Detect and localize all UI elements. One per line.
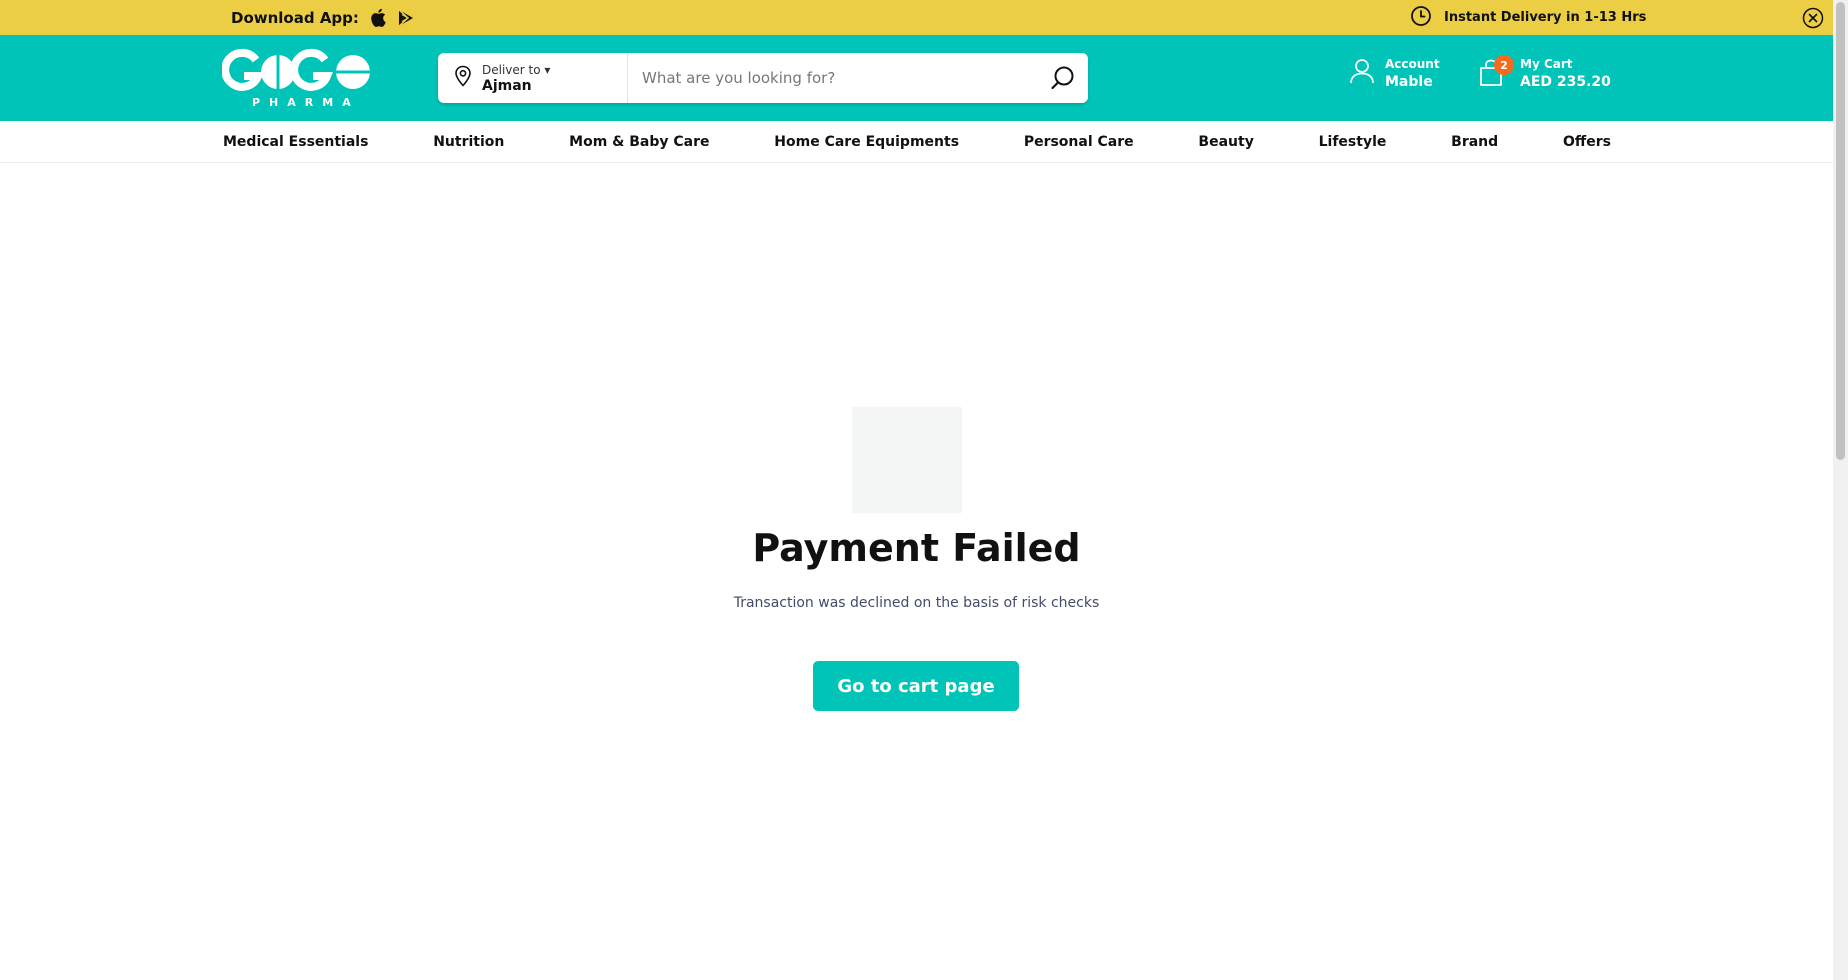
deliver-to-selector[interactable]: Deliver to ▾ Ajman xyxy=(438,53,628,103)
payment-status-image xyxy=(852,407,962,513)
nav-item-offers[interactable]: Offers xyxy=(1563,134,1611,150)
download-app-label: Download App: xyxy=(231,8,359,27)
nav-item-nutrition[interactable]: Nutrition xyxy=(433,134,504,150)
logo-subtitle: PHARMA xyxy=(252,96,360,109)
nav-item-home-care-equipments[interactable]: Home Care Equipments xyxy=(774,134,959,150)
top-banner: Download App: Instant Delivery in 1-13 H… xyxy=(0,0,1833,35)
instant-delivery: Instant Delivery in 1-13 Hrs xyxy=(1410,0,1646,35)
logo-mark xyxy=(221,48,372,91)
cart-button[interactable]: 2 My Cart AED 235.20 xyxy=(1478,55,1611,91)
location-pin-icon xyxy=(454,65,472,91)
site-header: PHARMA Deliver to ▾ Ajman Account Mable xyxy=(0,35,1833,121)
apple-icon[interactable] xyxy=(369,8,387,28)
nav-item-personal-care[interactable]: Personal Care xyxy=(1024,134,1134,150)
nav-item-medical-essentials[interactable]: Medical Essentials xyxy=(223,134,368,150)
nav-item-mom-baby-care[interactable]: Mom & Baby Care xyxy=(569,134,709,150)
close-icon[interactable] xyxy=(1802,7,1824,29)
go-to-cart-button[interactable]: Go to cart page xyxy=(813,661,1019,711)
nav-item-lifestyle[interactable]: Lifestyle xyxy=(1319,134,1387,150)
account-menu[interactable]: Account Mable xyxy=(1349,55,1440,91)
nav-item-brand[interactable]: Brand xyxy=(1451,134,1498,150)
user-icon xyxy=(1349,57,1375,89)
page-title: Payment Failed xyxy=(752,526,1081,570)
category-nav: Medical Essentials Nutrition Mom & Baby … xyxy=(0,121,1833,163)
cart-count-badge: 2 xyxy=(1494,55,1514,75)
cart-label: My Cart xyxy=(1520,57,1573,71)
instant-delivery-label: Instant Delivery in 1-13 Hrs xyxy=(1444,10,1647,25)
logo[interactable]: PHARMA xyxy=(221,48,374,109)
account-label: Account xyxy=(1385,57,1440,71)
account-text: Account Mable xyxy=(1385,55,1440,91)
clock-icon xyxy=(1410,5,1432,31)
cart-text: My Cart AED 235.20 xyxy=(1520,55,1611,91)
cart-icon-wrapper: 2 xyxy=(1478,55,1514,88)
shopping-bag-icon xyxy=(1478,59,1504,92)
download-app: Download App: xyxy=(231,0,415,35)
status-message: Transaction was declined on the basis of… xyxy=(733,595,1100,611)
cart-total: AED 235.20 xyxy=(1520,74,1611,90)
search-input[interactable] xyxy=(628,53,1038,103)
category-nav-list: Medical Essentials Nutrition Mom & Baby … xyxy=(223,121,1611,163)
account-name: Mable xyxy=(1385,74,1433,90)
google-play-icon[interactable] xyxy=(397,8,415,28)
search-bar: Deliver to ▾ Ajman xyxy=(438,53,1088,103)
deliver-to-city: Ajman xyxy=(482,78,532,94)
deliver-to-text: Deliver to ▾ Ajman xyxy=(482,62,550,94)
deliver-to-label: Deliver to ▾ xyxy=(482,63,551,77)
search-icon[interactable] xyxy=(1038,53,1088,103)
nav-item-beauty[interactable]: Beauty xyxy=(1198,134,1253,150)
scrollbar-thumb[interactable] xyxy=(1836,2,1845,460)
